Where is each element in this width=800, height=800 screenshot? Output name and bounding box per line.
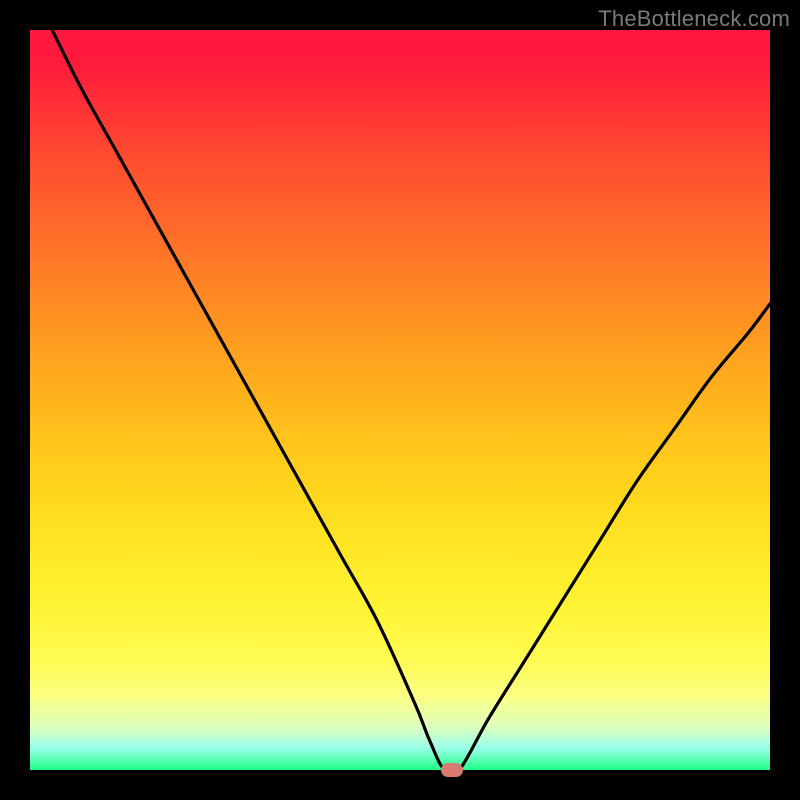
chart-frame: TheBottleneck.com xyxy=(0,0,800,800)
bottleneck-curve xyxy=(30,30,770,770)
optimal-marker xyxy=(441,763,463,777)
plot-area xyxy=(30,30,770,770)
watermark-text: TheBottleneck.com xyxy=(598,6,790,32)
